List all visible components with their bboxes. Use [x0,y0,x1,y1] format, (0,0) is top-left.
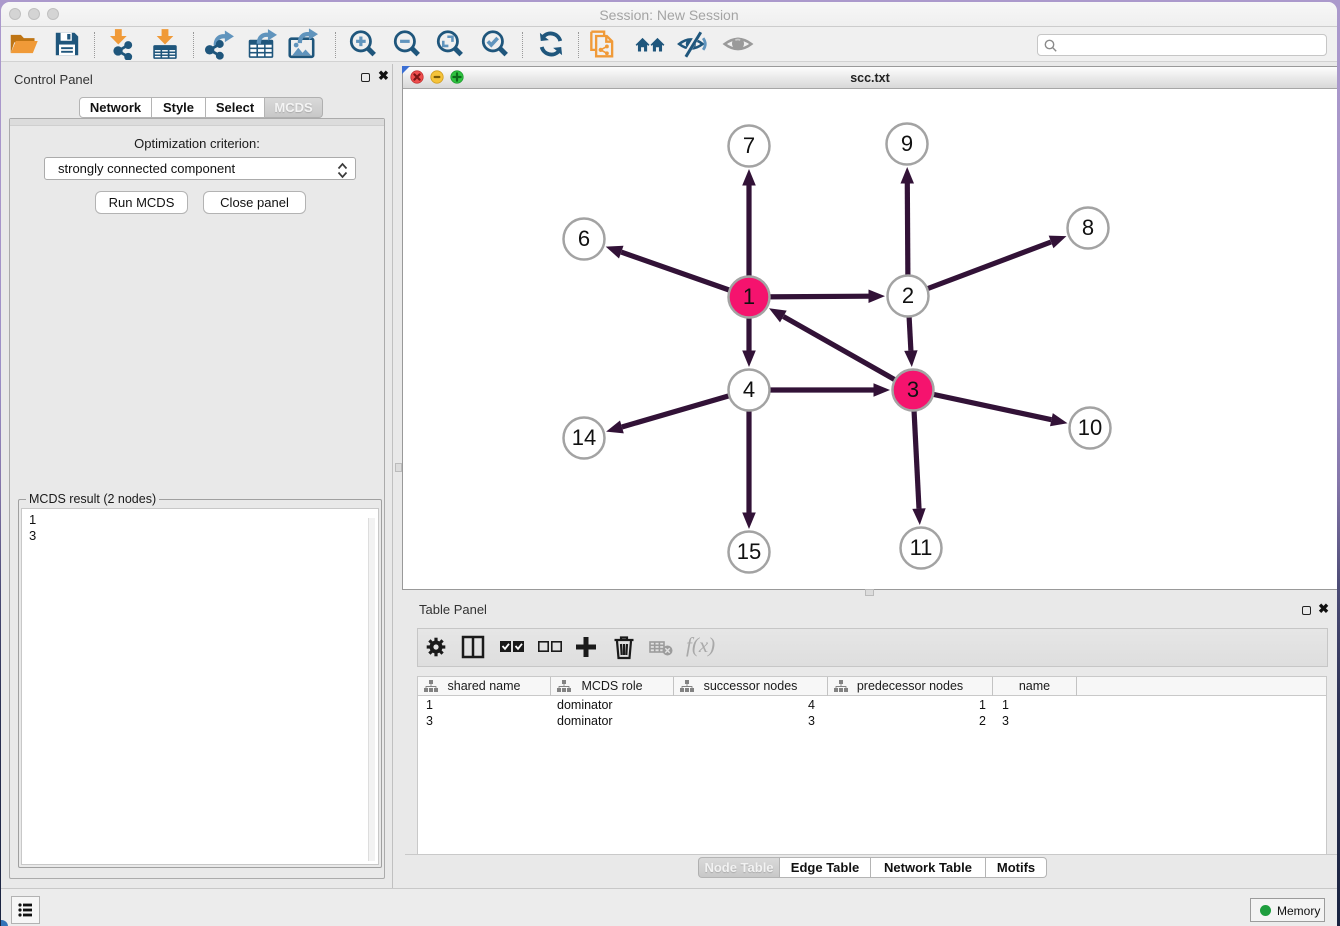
svg-text:10: 10 [1078,415,1102,440]
svg-text:11: 11 [910,535,933,560]
svg-text:3: 3 [907,377,919,402]
svg-text:15: 15 [737,539,761,564]
svg-text:2: 2 [902,283,914,308]
svg-text:6: 6 [578,226,590,251]
svg-text:14: 14 [572,425,596,450]
svg-text:1: 1 [743,284,755,309]
svg-text:9: 9 [901,131,913,156]
svg-text:8: 8 [1082,215,1094,240]
svg-text:7: 7 [743,133,755,158]
svg-text:4: 4 [743,377,755,402]
